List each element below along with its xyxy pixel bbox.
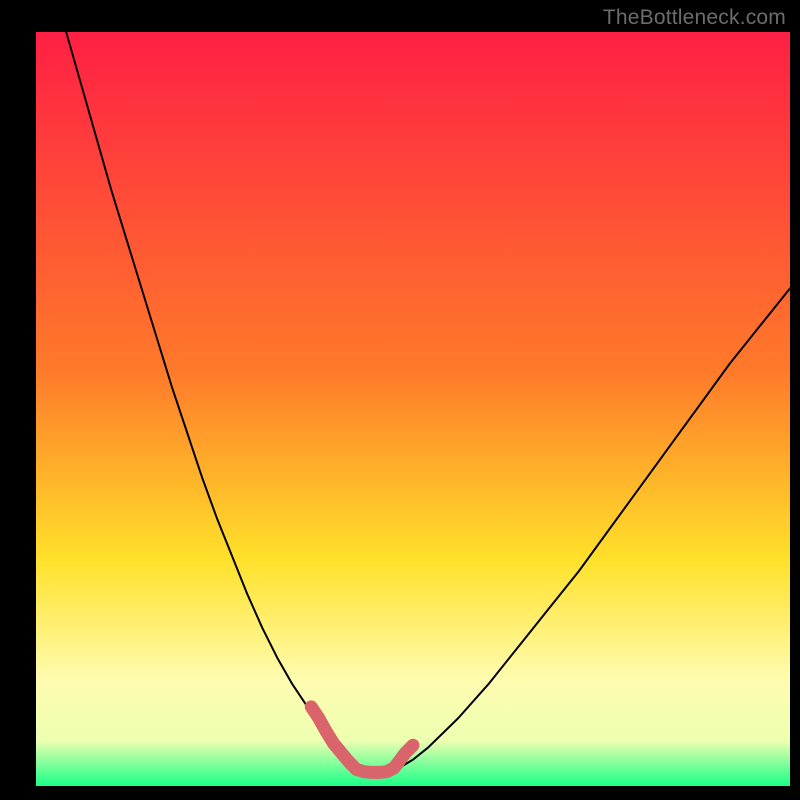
chart-stage: TheBottleneck.com (0, 0, 800, 800)
plot-background (36, 32, 790, 786)
watermark-text: TheBottleneck.com (603, 6, 786, 30)
chart-svg (0, 0, 800, 800)
